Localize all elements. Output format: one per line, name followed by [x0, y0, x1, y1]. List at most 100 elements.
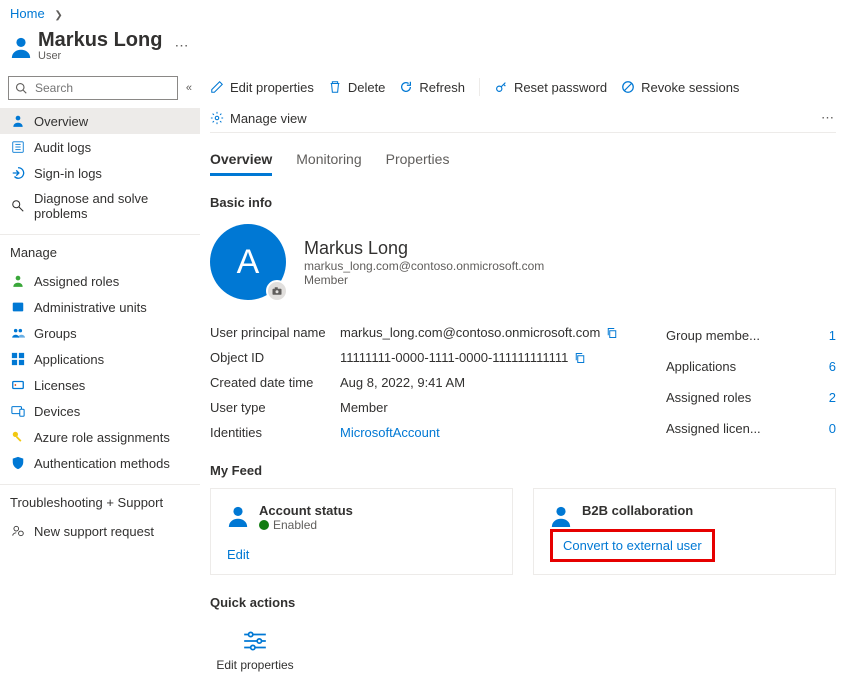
sidebar-item-label: Overview [34, 114, 88, 129]
sidebar-item-label: Applications [34, 352, 104, 367]
revoke-icon [621, 80, 635, 94]
breadcrumb: Home ❯ [0, 0, 846, 27]
page-header: Markus Long User ⋯ [0, 27, 846, 72]
edit-account-link[interactable]: Edit [227, 547, 249, 562]
quick-action-label: Edit properties [216, 658, 293, 672]
copy-icon[interactable] [574, 352, 586, 364]
command-bar: Edit properties Delete Refresh Reset pas… [210, 72, 836, 133]
sidebar-item-devices[interactable]: Devices [0, 398, 200, 424]
stat-roles-label: Assigned roles [666, 390, 751, 405]
header-more-button[interactable]: ⋯ [174, 37, 189, 54]
sidebar-item-label: Sign-in logs [34, 166, 102, 181]
search-icon [15, 82, 27, 94]
avatar: A [210, 224, 286, 300]
user-icon [550, 503, 572, 529]
account-status-card: Account status Enabled Edit [210, 488, 513, 575]
sidebar-item-label: Devices [34, 404, 80, 419]
card-title: Account status [259, 503, 353, 518]
card-status: Enabled [273, 518, 317, 532]
quick-actions-header: Quick actions [210, 595, 836, 610]
quick-edit-properties[interactable]: Edit properties [210, 630, 300, 672]
status-enabled-icon [259, 520, 269, 530]
trash-icon [328, 80, 342, 94]
sidebar-item-support-request[interactable]: New support request [0, 518, 200, 544]
sidebar-item-admin-units[interactable]: Administrative units [0, 294, 200, 320]
copy-icon[interactable] [606, 327, 618, 339]
sidebar-item-label: New support request [34, 524, 154, 539]
sidebar-item-label: Authentication methods [34, 456, 170, 471]
sidebar-item-auth-methods[interactable]: Authentication methods [0, 450, 200, 476]
sidebar-item-applications[interactable]: Applications [0, 346, 200, 372]
key-icon [10, 429, 26, 445]
sidebar-item-audit-logs[interactable]: Audit logs [0, 134, 200, 160]
tab-monitoring[interactable]: Monitoring [296, 145, 361, 176]
sidebar-item-label: Audit logs [34, 140, 91, 155]
shield-icon [10, 455, 26, 471]
profile-block: A Markus Long markus_long.com@contoso.on… [210, 224, 836, 300]
gear-icon [210, 111, 224, 125]
collapse-sidebar-button[interactable]: « [186, 82, 192, 94]
stats-panel: Group membe... 1 Applications 6 Assigned r… [666, 320, 836, 444]
tab-properties[interactable]: Properties [386, 145, 450, 176]
stat-groups-value[interactable]: 1 [829, 328, 836, 343]
key-reset-icon [494, 80, 508, 94]
objectid-value: 11111111-0000-1111-0000-111111111111 [340, 350, 568, 365]
upn-label: User principal name [210, 325, 340, 340]
edit-properties-button[interactable]: Edit properties [210, 80, 314, 95]
search-box[interactable] [8, 76, 178, 100]
devices-icon [10, 403, 26, 419]
main-content: Edit properties Delete Refresh Reset pas… [200, 72, 846, 692]
b2b-card: B2B collaboration Convert to external us… [533, 488, 836, 575]
my-feed-header: My Feed [210, 463, 836, 478]
sidebar-item-signin-logs[interactable]: Sign-in logs [0, 160, 200, 186]
identities-link[interactable]: MicrosoftAccount [340, 425, 440, 440]
toolbar-separator [479, 78, 480, 96]
avatar-initial: A [237, 243, 260, 282]
roles-icon [10, 273, 26, 289]
user-icon [227, 503, 249, 529]
stat-licenses-value[interactable]: 0 [829, 421, 836, 436]
profile-upn: markus_long.com@contoso.onmicrosoft.com [304, 259, 544, 273]
licenses-icon [10, 377, 26, 393]
camera-icon[interactable] [266, 280, 288, 302]
person-icon [10, 113, 26, 129]
sliders-icon [242, 630, 268, 652]
diagnose-icon [10, 198, 26, 214]
sidebar-item-label: Assigned roles [34, 274, 119, 289]
sidebar-item-assigned-roles[interactable]: Assigned roles [0, 268, 200, 294]
stat-apps-label: Applications [666, 359, 736, 374]
sidebar-item-overview[interactable]: Overview [0, 108, 200, 134]
list-icon [10, 139, 26, 155]
stat-groups-label: Group membe... [666, 328, 760, 343]
sidebar-item-diagnose[interactable]: Diagnose and solve problems [0, 186, 200, 226]
pencil-icon [210, 80, 224, 94]
identities-label: Identities [210, 425, 340, 440]
sidebar-item-azure-roles[interactable]: Azure role assignments [0, 424, 200, 450]
sidebar-section-manage: Manage [0, 234, 200, 264]
usertype-label: User type [210, 400, 340, 415]
tab-overview[interactable]: Overview [210, 145, 272, 176]
admin-units-icon [10, 299, 26, 315]
sidebar-item-licenses[interactable]: Licenses [0, 372, 200, 398]
search-input[interactable] [33, 80, 171, 96]
sidebar-item-label: Administrative units [34, 300, 147, 315]
card-title: B2B collaboration [582, 503, 693, 518]
stat-apps-value[interactable]: 6 [829, 359, 836, 374]
sidebar-item-groups[interactable]: Groups [0, 320, 200, 346]
chevron-right-icon: ❯ [54, 10, 62, 21]
toolbar-more-button[interactable]: ⋯ [821, 110, 836, 126]
sidebar-item-label: Groups [34, 326, 77, 341]
delete-button[interactable]: Delete [328, 80, 386, 95]
basic-info-table: User principal name markus_long.com@cont… [210, 320, 666, 445]
refresh-icon [399, 80, 413, 94]
breadcrumb-home[interactable]: Home [10, 6, 45, 21]
upn-value: markus_long.com@contoso.onmicrosoft.com [340, 325, 600, 340]
reset-password-button[interactable]: Reset password [494, 80, 607, 95]
sidebar-item-label: Diagnose and solve problems [34, 191, 190, 221]
refresh-button[interactable]: Refresh [399, 80, 465, 95]
stat-roles-value[interactable]: 2 [829, 390, 836, 405]
page-title: Markus Long [38, 29, 162, 52]
convert-external-user-link[interactable]: Convert to external user [550, 529, 715, 562]
manage-view-button[interactable]: Manage view [210, 111, 307, 126]
revoke-sessions-button[interactable]: Revoke sessions [621, 80, 739, 95]
